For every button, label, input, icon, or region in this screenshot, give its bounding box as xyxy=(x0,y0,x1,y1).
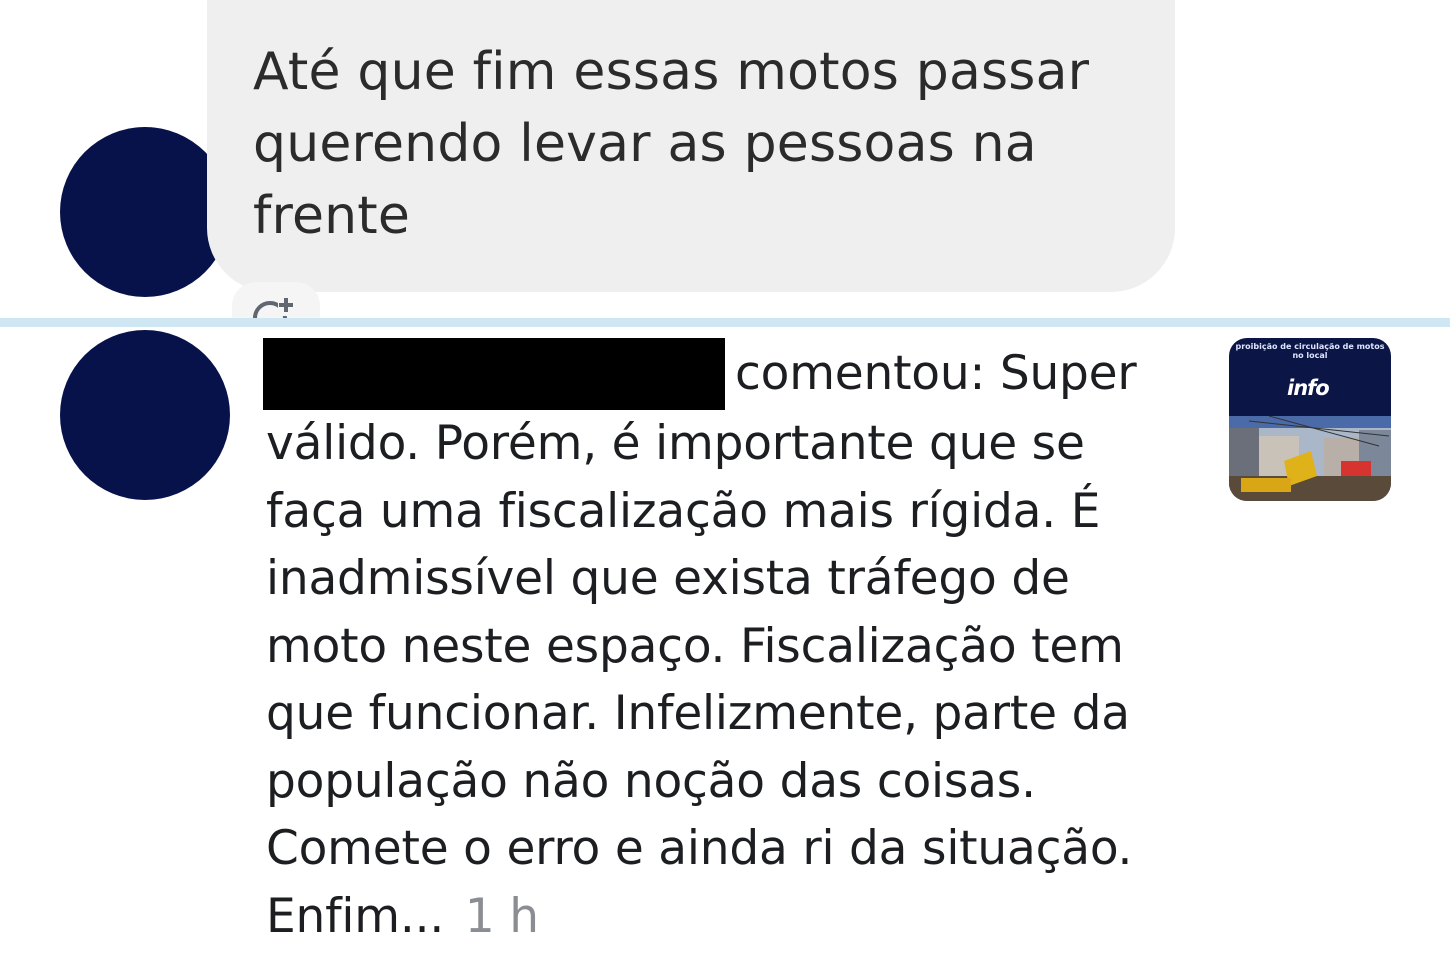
commenter-avatar[interactable] xyxy=(60,127,230,297)
post-thumbnail[interactable]: proibição de circulação de motos no loca… xyxy=(1229,338,1391,501)
thumbnail-caption: proibição de circulação de motos no loca… xyxy=(1235,342,1385,360)
section-divider xyxy=(0,318,1450,327)
comment-text: Até que fim essas motos passar querendo … xyxy=(253,42,1090,246)
redacted-author-name xyxy=(263,338,725,410)
notification-body: válido. Porém, é importante que se faça … xyxy=(266,416,1133,944)
street-photo-image xyxy=(1229,416,1391,501)
notification-time: 1 h xyxy=(464,888,539,944)
notification-avatar[interactable] xyxy=(60,330,230,500)
notification-text[interactable]: comentou: Super válido. Porém, é importa… xyxy=(263,338,1166,950)
notification-verb: comentou: Super xyxy=(735,346,1137,401)
info-logo: info xyxy=(1287,376,1330,400)
comment-bubble: Até que fim essas motos passar querendo … xyxy=(207,0,1175,292)
